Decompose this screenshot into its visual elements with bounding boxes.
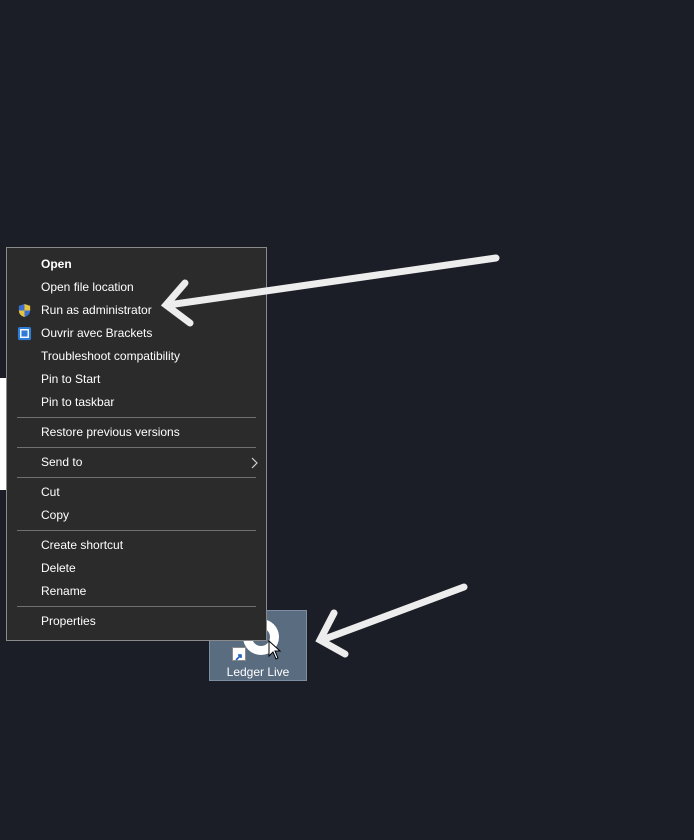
menu-separator	[17, 447, 256, 448]
menu-item-ouvrir-avec-brackets[interactable]: Ouvrir avec Brackets	[7, 322, 266, 345]
menu-item-label: Open	[41, 257, 72, 271]
menu-separator	[17, 477, 256, 478]
menu-item-label: Run as administrator	[41, 303, 152, 317]
menu-item-pin-to-start[interactable]: Pin to Start	[7, 368, 266, 391]
uac-shield-icon	[18, 303, 31, 318]
mouse-cursor-icon	[268, 640, 282, 660]
menu-item-open-file-location[interactable]: Open file location	[7, 276, 266, 299]
menu-item-create-shortcut[interactable]: Create shortcut	[7, 534, 266, 557]
menu-item-properties[interactable]: Properties	[7, 610, 266, 633]
menu-item-label: Delete	[41, 561, 76, 575]
menu-item-label: Ouvrir avec Brackets	[41, 326, 153, 340]
menu-item-open[interactable]: Open	[7, 253, 266, 276]
menu-separator	[17, 606, 256, 607]
menu-item-label: Restore previous versions	[41, 425, 180, 439]
menu-item-label: Create shortcut	[41, 538, 124, 552]
menu-separator	[17, 417, 256, 418]
menu-item-send-to[interactable]: Send to	[7, 451, 266, 474]
chevron-right-icon	[251, 457, 258, 469]
menu-item-label: Cut	[41, 485, 60, 499]
menu-item-label: Open file location	[41, 280, 134, 294]
menu-item-label: Properties	[41, 614, 96, 628]
menu-item-label: Pin to taskbar	[41, 395, 115, 409]
menu-item-copy[interactable]: Copy	[7, 504, 266, 527]
menu-separator	[17, 530, 256, 531]
brackets-icon	[17, 326, 32, 341]
menu-item-label: Pin to Start	[41, 372, 101, 386]
menu-item-label: Send to	[41, 455, 83, 469]
menu-item-rename[interactable]: Rename	[7, 580, 266, 603]
menu-item-label: Troubleshoot compatibility	[41, 349, 180, 363]
menu-item-label: Copy	[41, 508, 70, 522]
menu-item-pin-to-taskbar[interactable]: Pin to taskbar	[7, 391, 266, 414]
menu-item-delete[interactable]: Delete	[7, 557, 266, 580]
menu-item-label: Rename	[41, 584, 87, 598]
context-menu: Open Open file location Run as administr…	[6, 247, 267, 641]
annotation-arrow-desktop-icon	[315, 583, 468, 658]
menu-item-restore-previous-versions[interactable]: Restore previous versions	[7, 421, 266, 444]
shortcut-arrow-icon	[232, 647, 246, 661]
menu-item-cut[interactable]: Cut	[7, 481, 266, 504]
desktop-icon-label: Ledger Live	[226, 665, 290, 679]
menu-item-run-as-administrator[interactable]: Run as administrator	[7, 299, 266, 322]
menu-item-troubleshoot-compatibility[interactable]: Troubleshoot compatibility	[7, 345, 266, 368]
